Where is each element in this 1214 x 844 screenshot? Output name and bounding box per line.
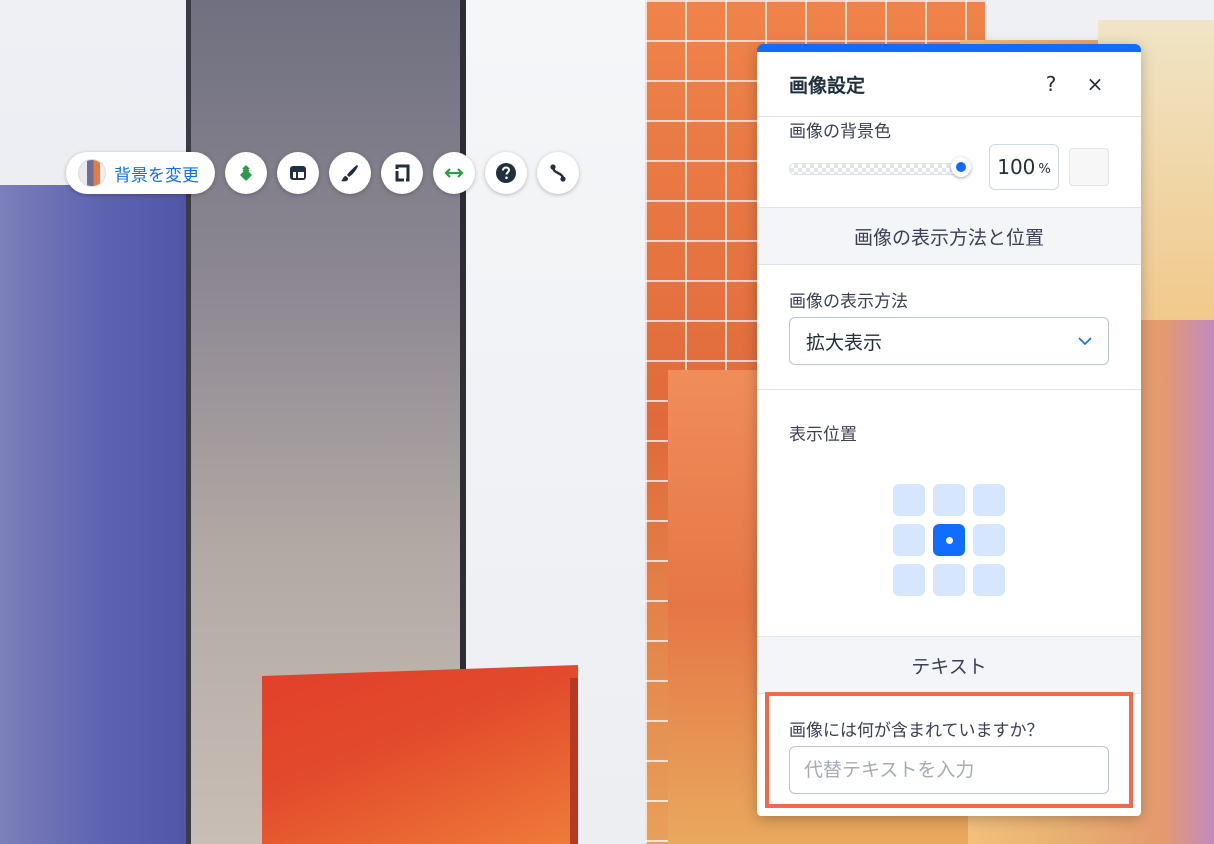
layout-button[interactable] (277, 152, 319, 194)
chevron-down-icon (1078, 337, 1092, 346)
help-button[interactable] (485, 152, 527, 194)
position-top-right[interactable] (973, 484, 1005, 516)
opacity-unit: % (1038, 162, 1051, 177)
background-color-section: 画像の背景色 100 % (757, 117, 1141, 208)
background-color-swatch[interactable] (1069, 148, 1109, 186)
display-mode-dropdown[interactable]: 拡大表示 (789, 317, 1109, 365)
design-button[interactable] (329, 152, 371, 194)
position-label: 表示位置 (789, 425, 857, 445)
arrange-button[interactable] (225, 152, 267, 194)
background-thumbnail (78, 159, 106, 187)
position-bottom-left[interactable] (893, 564, 925, 596)
opacity-value: 100 (997, 155, 1036, 179)
panel-title: 画像設定 (789, 74, 866, 97)
position-bottom-right[interactable] (973, 564, 1005, 596)
position-grid (893, 484, 1005, 596)
position-section: 表示位置 (757, 390, 1141, 637)
position-bottom-center[interactable] (933, 564, 965, 596)
connect-button[interactable] (537, 152, 579, 194)
background-color-label: 画像の背景色 (789, 122, 891, 142)
arrange-layers-icon (240, 165, 252, 181)
connect-icon (550, 164, 566, 182)
help-question-icon[interactable]: ? (1037, 70, 1065, 98)
stretch-arrows-icon (444, 168, 464, 178)
display-section-header: 画像の表示方法と位置 (757, 208, 1141, 265)
panel-accent-bar (757, 44, 1141, 52)
text-section-header: テキスト (757, 637, 1141, 694)
display-mode-label: 画像の表示方法 (789, 292, 908, 312)
floating-toolbar: 背景を変更 (66, 151, 579, 195)
change-background-label: 背景を変更 (114, 165, 199, 186)
help-icon (496, 163, 516, 183)
display-mode-value: 拡大表示 (806, 331, 883, 354)
display-mode-section: 画像の表示方法 拡大表示 (757, 265, 1141, 390)
close-icon[interactable]: × (1081, 70, 1109, 98)
alt-text-input[interactable] (789, 746, 1109, 794)
position-top-left[interactable] (893, 484, 925, 516)
position-center[interactable] (933, 524, 965, 556)
stretch-button[interactable] (433, 152, 475, 194)
crop-icon (395, 164, 410, 182)
position-middle-right[interactable] (973, 524, 1005, 556)
layout-icon (290, 166, 306, 180)
image-settings-panel: 画像設定 ? × 画像の背景色 100 % 画像の表示方法と位置 画像の表示方法… (757, 44, 1141, 816)
change-background-button[interactable]: 背景を変更 (66, 152, 215, 194)
design-brush-icon (341, 165, 358, 182)
crop-button[interactable] (381, 152, 423, 194)
opacity-input[interactable]: 100 % (989, 144, 1059, 190)
position-top-center[interactable] (933, 484, 965, 516)
position-middle-left[interactable] (893, 524, 925, 556)
opacity-slider-handle[interactable] (951, 157, 971, 177)
opacity-slider-track[interactable] (789, 163, 971, 175)
panel-header: 画像設定 ? × (757, 52, 1141, 117)
alt-text-label: 画像には何が含まれていますか？ (789, 721, 1044, 741)
